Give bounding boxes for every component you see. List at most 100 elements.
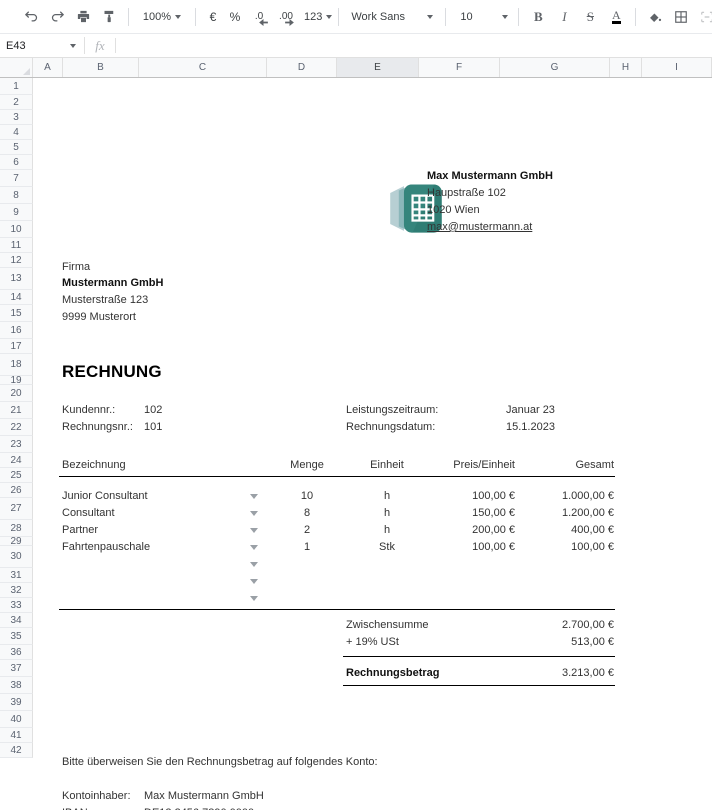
column-header-e[interactable]: E <box>337 58 419 77</box>
column-header-c[interactable]: C <box>139 58 267 77</box>
row-dropdown-chevron-down-icon[interactable] <box>250 511 258 516</box>
chevron-down-icon[interactable] <box>502 14 509 19</box>
row-header-30[interactable]: 30 <box>0 546 33 568</box>
percent-format-button[interactable]: % <box>224 5 246 29</box>
name-box[interactable]: E43 <box>0 34 84 57</box>
grand-total-value: 3.213,00 € <box>562 667 614 679</box>
toolbar-divider <box>338 7 340 26</box>
redo-icon[interactable] <box>44 4 70 30</box>
print-icon[interactable] <box>70 4 96 30</box>
row-header-15[interactable]: 15 <box>0 305 33 322</box>
italic-button[interactable]: I <box>551 4 577 30</box>
row-header-9[interactable]: 9 <box>0 204 33 221</box>
row-header-42[interactable]: 42 <box>0 743 33 758</box>
text-color-button[interactable]: A <box>603 4 629 30</box>
recipient-company: Mustermann GmbH <box>62 277 164 289</box>
row-dropdown-chevron-down-icon[interactable] <box>250 545 258 550</box>
decrease-decimal-button[interactable]: .0 <box>246 5 272 29</box>
row-header-39[interactable]: 39 <box>0 694 33 711</box>
row-header-32[interactable]: 32 <box>0 583 33 598</box>
row-header-40[interactable]: 40 <box>0 711 33 728</box>
recipient-street: Musterstraße 123 <box>62 294 149 306</box>
row-header-31[interactable]: 31 <box>0 568 33 583</box>
row-dropdown-chevron-down-icon[interactable] <box>250 596 258 601</box>
row-dropdown-chevron-down-icon[interactable] <box>250 528 258 533</box>
totals-divider-rule <box>343 656 615 657</box>
toolbar-divider <box>128 7 129 26</box>
select-all-corner[interactable] <box>0 58 33 77</box>
borders-button[interactable] <box>668 4 694 30</box>
number-format-dropdown[interactable]: 123 <box>300 5 333 29</box>
row-header-4[interactable]: 4 <box>0 125 33 140</box>
row-header-14[interactable]: 14 <box>0 290 33 305</box>
row-header-8[interactable]: 8 <box>0 187 33 204</box>
chevron-down-icon[interactable] <box>427 14 434 19</box>
table-row: 100,00 € <box>571 541 614 553</box>
fill-color-button[interactable] <box>642 4 668 30</box>
row-header-21[interactable]: 21 <box>0 402 33 419</box>
row-header-25[interactable]: 25 <box>0 468 33 483</box>
row-header-27[interactable]: 27 <box>0 498 33 520</box>
row-dropdown-chevron-down-icon[interactable] <box>250 579 258 584</box>
row-header-19[interactable]: 19 <box>0 375 33 386</box>
zoom-dropdown[interactable]: 100% <box>135 5 189 29</box>
row-header-34[interactable]: 34 <box>0 613 33 628</box>
column-header-d[interactable]: D <box>267 58 337 77</box>
row-header-16[interactable]: 16 <box>0 322 33 339</box>
row-header-7[interactable]: 7 <box>0 170 33 187</box>
column-header-b[interactable]: B <box>63 58 139 77</box>
paint-format-icon[interactable] <box>96 4 122 30</box>
undo-icon[interactable] <box>18 4 44 30</box>
bold-button[interactable]: B <box>525 4 551 30</box>
sender-email-link[interactable]: max@mustermann.at <box>427 221 532 233</box>
chevron-down-icon[interactable] <box>70 43 76 48</box>
row-header-28[interactable]: 28 <box>0 520 33 537</box>
row-header-33[interactable]: 33 <box>0 598 33 613</box>
row-header-2[interactable]: 2 <box>0 95 33 110</box>
percent-icon: % <box>229 9 241 24</box>
currency-format-button[interactable]: € <box>202 5 224 29</box>
sender-city: 1020 Wien <box>427 204 480 216</box>
row-header-12[interactable]: 12 <box>0 253 33 268</box>
row-header-24[interactable]: 24 <box>0 453 33 468</box>
chevron-down-icon <box>175 14 182 19</box>
strikethrough-button[interactable]: S <box>577 4 603 30</box>
sender-street: Haupstraße 102 <box>427 187 506 199</box>
row-header-37[interactable]: 37 <box>0 660 33 677</box>
row-header-36[interactable]: 36 <box>0 645 33 660</box>
row-header-10[interactable]: 10 <box>0 221 33 238</box>
formula-input[interactable] <box>116 34 712 57</box>
column-header-i[interactable]: I <box>642 58 712 77</box>
row-header-22[interactable]: 22 <box>0 419 33 436</box>
font-size-dropdown[interactable]: 10 <box>452 5 498 29</box>
payment-intro: Bitte überweisen Sie den Rechnungsbetrag… <box>62 756 378 768</box>
row-header-18[interactable]: 18 <box>0 354 33 376</box>
column-header-a[interactable]: A <box>33 58 63 77</box>
row-header-20[interactable]: 20 <box>0 385 33 402</box>
row-dropdown-chevron-down-icon[interactable] <box>250 494 258 499</box>
function-icon[interactable]: fx <box>85 34 115 57</box>
row-header-13[interactable]: 13 <box>0 268 33 290</box>
row-header-17[interactable]: 17 <box>0 339 33 354</box>
row-header-5[interactable]: 5 <box>0 140 33 155</box>
font-family-dropdown[interactable]: Work Sans <box>345 5 423 29</box>
row-dropdown-chevron-down-icon[interactable] <box>250 562 258 567</box>
row-header-26[interactable]: 26 <box>0 483 33 498</box>
table-footer-rule <box>59 609 615 610</box>
row-header-3[interactable]: 3 <box>0 110 33 125</box>
row-header-29[interactable]: 29 <box>0 536 33 547</box>
row-header-35[interactable]: 35 <box>0 628 33 645</box>
column-header-f[interactable]: F <box>419 58 500 77</box>
row-header-23[interactable]: 23 <box>0 436 33 453</box>
merge-cells-button[interactable] <box>694 4 712 30</box>
row-header-41[interactable]: 41 <box>0 728 33 743</box>
row-header-11[interactable]: 11 <box>0 238 33 253</box>
row-header-1[interactable]: 1 <box>0 78 33 95</box>
row-header-6[interactable]: 6 <box>0 155 33 170</box>
vat-value: 513,00 € <box>571 636 614 648</box>
increase-decimal-button[interactable]: .00 <box>272 5 300 29</box>
sheet-cells[interactable]: Max Mustermann GmbH Haupstraße 102 1020 … <box>33 78 712 810</box>
column-header-h[interactable]: H <box>610 58 642 77</box>
row-header-38[interactable]: 38 <box>0 677 33 694</box>
column-header-g[interactable]: G <box>500 58 610 77</box>
